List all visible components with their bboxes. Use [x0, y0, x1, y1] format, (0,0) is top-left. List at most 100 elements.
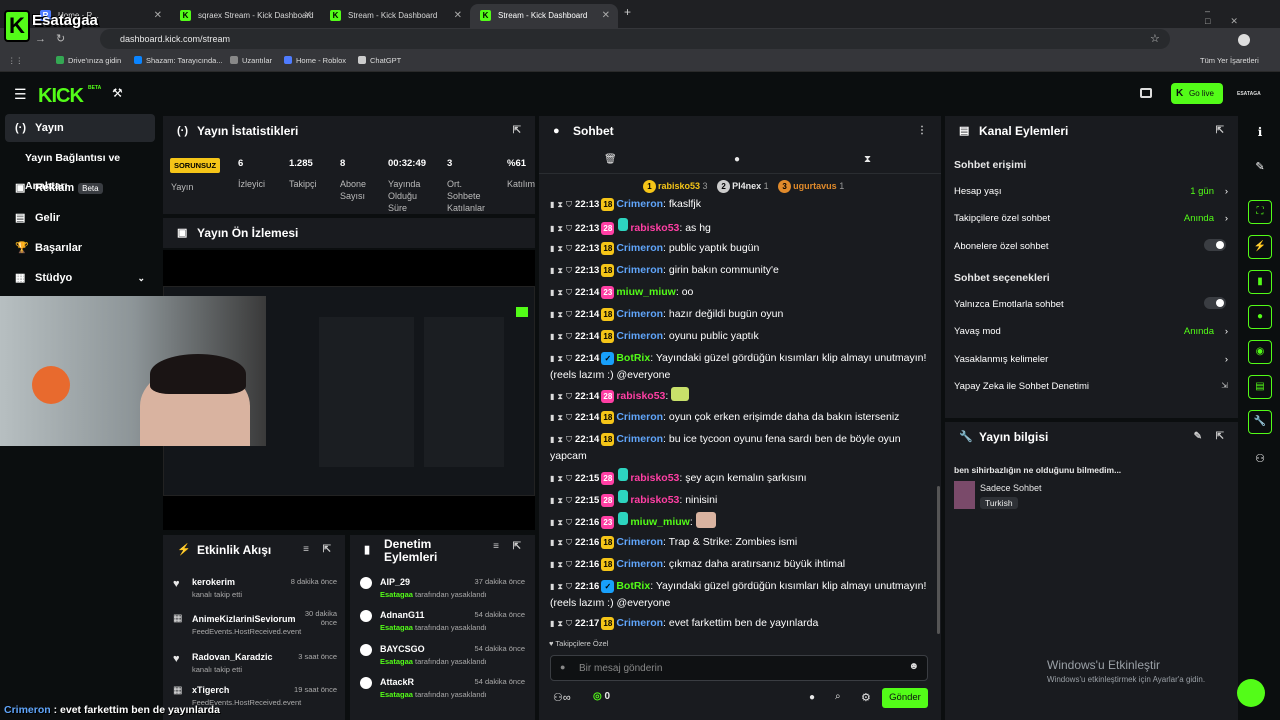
- kick-logo[interactable]: KICK: [38, 85, 84, 108]
- shield-icon[interactable]: ⛉: [566, 224, 572, 233]
- subs-chat-toggle[interactable]: [1204, 239, 1226, 251]
- emotes-only-toggle[interactable]: [1204, 297, 1226, 309]
- tag-chip[interactable]: Turkish: [980, 497, 1018, 509]
- hourglass-icon[interactable]: ⧗: [557, 332, 563, 341]
- shield-icon[interactable]: ⛉: [566, 435, 572, 444]
- trash-icon[interactable]: ▮: [550, 266, 554, 275]
- hourglass-icon[interactable]: ⧗: [557, 354, 563, 363]
- followers-chat-row[interactable]: Takipçilere özel sohbet Anında ›: [954, 213, 1228, 224]
- trash-icon[interactable]: ▮: [550, 518, 554, 527]
- hammer-icon[interactable]: ⚒: [112, 86, 123, 100]
- shield-icon[interactable]: ⛉: [566, 332, 572, 341]
- layout-icon[interactable]: ⚇: [1248, 447, 1272, 471]
- shield-icon[interactable]: ⛉: [566, 288, 572, 297]
- bookmark[interactable]: ChatGPT: [358, 56, 401, 65]
- bookmark[interactable]: Drive'ınıza gidin: [56, 56, 121, 65]
- hourglass-icon[interactable]: ⧗: [557, 474, 563, 483]
- sidebar-item-stream-key[interactable]: Yayın Bağlantısı ve Anahtarı: [5, 144, 165, 192]
- star-icon[interactable]: ☆: [1150, 32, 1160, 45]
- account-name[interactable]: ESATAGA: [1237, 91, 1261, 97]
- hourglass-icon[interactable]: ⧗: [557, 582, 563, 591]
- shield-icon[interactable]: ⛉: [566, 474, 572, 483]
- chat-icon[interactable]: ●: [1248, 305, 1272, 329]
- trash-icon[interactable]: ▮: [550, 435, 554, 444]
- menu-icon[interactable]: ☰: [14, 86, 27, 103]
- bookmark[interactable]: Home - Roblox: [284, 56, 346, 65]
- hourglass-icon[interactable]: ⧗: [557, 518, 563, 527]
- all-bookmarks[interactable]: Tüm Yer İşaretleri: [1200, 56, 1259, 65]
- info-icon[interactable]: ℹ: [1248, 120, 1272, 144]
- profile-avatar[interactable]: [1238, 34, 1250, 46]
- hourglass-icon[interactable]: ⧗: [557, 266, 563, 275]
- more-icon[interactable]: ⋮: [917, 116, 927, 146]
- edit-icon[interactable]: ✎: [1194, 422, 1202, 452]
- sidebar-item-studio[interactable]: ▦ Stüdyo ⌄: [5, 264, 155, 292]
- sidebar-item-revenue[interactable]: ▤ Gelir: [5, 204, 155, 232]
- shield-icon[interactable]: ⛉: [566, 266, 572, 275]
- stream-info-icon[interactable]: ▤: [1248, 375, 1272, 399]
- shield-icon[interactable]: ⛉: [566, 619, 572, 628]
- popout-icon[interactable]: ⇱: [513, 116, 521, 146]
- trash-icon[interactable]: ▮: [550, 560, 554, 569]
- search-icon[interactable]: ⌕: [835, 691, 841, 702]
- apps-icon[interactable]: ⋮⋮: [8, 56, 23, 65]
- trash-icon[interactable]: ▮: [550, 310, 554, 319]
- lightning-icon[interactable]: ⚡: [1248, 235, 1272, 259]
- hourglass-icon[interactable]: ⧗: [557, 496, 563, 505]
- popout-icon[interactable]: ⇱: [513, 535, 521, 559]
- broadcast-icon[interactable]: ◉: [1248, 340, 1272, 364]
- gear-icon[interactable]: ⚙: [861, 691, 871, 704]
- trash-icon[interactable]: ▮: [550, 413, 554, 422]
- shield-icon[interactable]: ⛉: [566, 392, 572, 401]
- hourglass-icon[interactable]: ⧗: [557, 538, 563, 547]
- chat-icon[interactable]: ●: [809, 692, 815, 703]
- shield-icon[interactable]: ⛉: [566, 582, 572, 591]
- trash-icon[interactable]: ▮: [550, 332, 554, 341]
- trash-icon[interactable]: ▮: [550, 496, 554, 505]
- hourglass-icon[interactable]: ⧗: [557, 224, 563, 233]
- account-age-row[interactable]: Hesap yaşı 1 gün ›: [954, 186, 1228, 197]
- edit-icon[interactable]: ✎: [1248, 155, 1272, 179]
- popout-icon[interactable]: ⇱: [1216, 116, 1224, 146]
- points[interactable]: ◎ 0: [593, 691, 610, 702]
- browser-tab[interactable]: Ksqraex Stream - Kick Dashboard ✕: [170, 4, 320, 28]
- hourglass-icon[interactable]: ⧗: [557, 200, 563, 209]
- shield-icon[interactable]: ⛉: [566, 560, 572, 569]
- sidebar-item-stream[interactable]: (·) Yayın: [5, 114, 155, 142]
- trash-icon[interactable]: ▮: [550, 224, 554, 233]
- category-name[interactable]: Sadece Sohbet: [980, 483, 1042, 493]
- close-icon[interactable]: ✕: [304, 4, 312, 28]
- hourglass-icon[interactable]: ⧗: [864, 154, 871, 165]
- close-icon[interactable]: ✕: [454, 4, 462, 28]
- hourglass-icon[interactable]: ⧗: [557, 244, 563, 253]
- trash-icon[interactable]: ▮: [550, 474, 554, 483]
- sidebar-item-ads[interactable]: ▣ Reklam Beta: [5, 174, 155, 202]
- trash-icon[interactable]: ▮: [550, 288, 554, 297]
- shield-icon[interactable]: ⛉: [566, 538, 572, 547]
- trash-icon[interactable]: ▮: [550, 392, 554, 401]
- shield-icon[interactable]: ⛉: [566, 518, 572, 527]
- trash-icon[interactable]: ▮: [550, 538, 554, 547]
- window-controls[interactable]: –□✕: [1205, 6, 1280, 27]
- shield-icon[interactable]: ⛉: [566, 354, 572, 363]
- slow-mode-row[interactable]: Yavaş mod Anında ›: [954, 326, 1228, 337]
- chat-scrollbar[interactable]: [937, 486, 940, 634]
- filter-icon[interactable]: ≡: [493, 535, 499, 559]
- hourglass-icon[interactable]: ⧗: [557, 619, 563, 628]
- community-icon[interactable]: ⚇∞: [553, 691, 571, 704]
- trash-icon[interactable]: ▮: [550, 200, 554, 209]
- chevron-down-icon[interactable]: ⌄: [137, 264, 145, 292]
- shield-icon[interactable]: ⛉: [566, 244, 572, 253]
- close-icon[interactable]: ✕: [602, 4, 610, 28]
- hourglass-icon[interactable]: ⧗: [557, 310, 563, 319]
- shield-icon[interactable]: ⛉: [566, 496, 572, 505]
- filter-icon[interactable]: ≡: [303, 535, 309, 565]
- chat-bubble-icon[interactable]: ●: [734, 154, 740, 165]
- shield-icon[interactable]: ⛉: [566, 200, 572, 209]
- stream-icon[interactable]: [1140, 88, 1152, 98]
- support-button[interactable]: [1237, 679, 1265, 707]
- trash-icon[interactable]: 🗑: [604, 154, 617, 165]
- browser-tab[interactable]: K Stream - Kick Dashboard ✕: [320, 4, 470, 28]
- trash-icon[interactable]: ▮: [550, 619, 554, 628]
- hourglass-icon[interactable]: ⧗: [557, 435, 563, 444]
